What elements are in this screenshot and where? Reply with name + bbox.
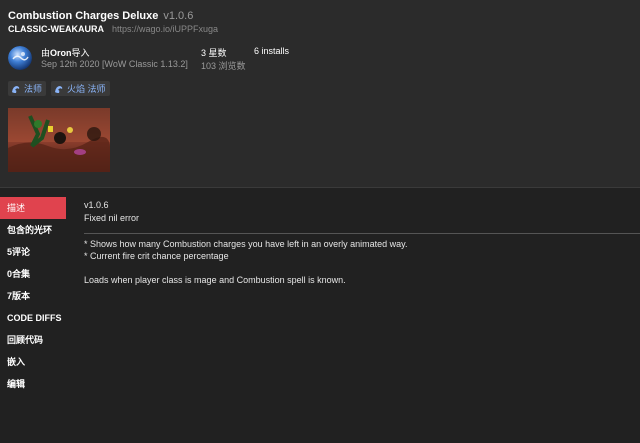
changelog-text: Fixed nil error xyxy=(84,213,140,223)
page-title: Combustion Charges Deluxe v1.0.6 xyxy=(8,10,193,22)
version-label: v1.0.6 xyxy=(163,10,194,22)
weakaura-header: Combustion Charges Deluxe v1.0.6 CLASSIC-… xyxy=(0,0,640,188)
date-label: Sep 12th 2020 [WoW Classic 1.13.2] xyxy=(41,59,188,69)
type-line: CLASSIC-WEAKAURA https://wago.io/iUPPFxug… xyxy=(8,24,218,34)
sidebar-item-versions[interactable]: 7版本 xyxy=(0,285,66,307)
sidebar-item-description[interactable]: 描述 xyxy=(0,197,66,219)
sidebar-item-collections[interactable]: 0合集 xyxy=(0,263,66,285)
stars-count: 3 星数 xyxy=(201,48,227,58)
aura-title: Combustion Charges Deluxe xyxy=(8,10,159,22)
type-label: CLASSIC-WEAKAURA xyxy=(8,24,104,34)
tag-label: 法师 xyxy=(24,84,43,94)
views-count: 103 浏览数 xyxy=(201,61,246,71)
sidebar-item-code-diffs[interactable]: CODE DIFFS xyxy=(0,307,66,329)
sidebar-item-comments[interactable]: 5评论 xyxy=(0,241,66,263)
installs-count: 6 installs xyxy=(254,46,290,56)
author-name-link[interactable]: Oron xyxy=(50,48,72,58)
fire-swirl-icon xyxy=(54,84,64,94)
fire-swirl-icon xyxy=(11,84,21,94)
changelog-divider xyxy=(84,233,640,234)
tag-mage[interactable]: 法师 xyxy=(8,81,47,96)
description-paragraph: Loads when player class is mage and Comb… xyxy=(84,275,346,285)
author-avatar[interactable] xyxy=(8,46,32,70)
author-prefix: 由 xyxy=(41,48,51,58)
tag-fire-mage[interactable]: 火焰 法师 xyxy=(51,81,110,96)
description-bullet: * Shows how many Combustion charges you … xyxy=(84,239,408,249)
sidebar-item-edit[interactable]: 编辑 xyxy=(0,373,66,395)
sidebar-nav: 描述 包含的光环 5评论 0合集 7版本 CODE DIFFS 回顾代码 嵌入 … xyxy=(0,197,66,395)
wago-url-link[interactable]: https://wago.io/iUPPFxuga xyxy=(112,24,218,34)
tag-label: 火焰 法师 xyxy=(67,84,106,94)
author-suffix: 导入 xyxy=(71,48,90,58)
author-line: 由Oron导入 xyxy=(41,46,90,59)
sidebar-item-included-auras[interactable]: 包含的光环 xyxy=(0,219,66,241)
screenshot-thumbnail[interactable] xyxy=(8,108,110,172)
changelog-version: v1.0.6 xyxy=(84,200,109,210)
description-bullet: * Current fire crit chance percentage xyxy=(84,251,229,261)
sidebar-item-review-code[interactable]: 回顾代码 xyxy=(0,329,66,351)
sidebar-item-embed[interactable]: 嵌入 xyxy=(0,351,66,373)
